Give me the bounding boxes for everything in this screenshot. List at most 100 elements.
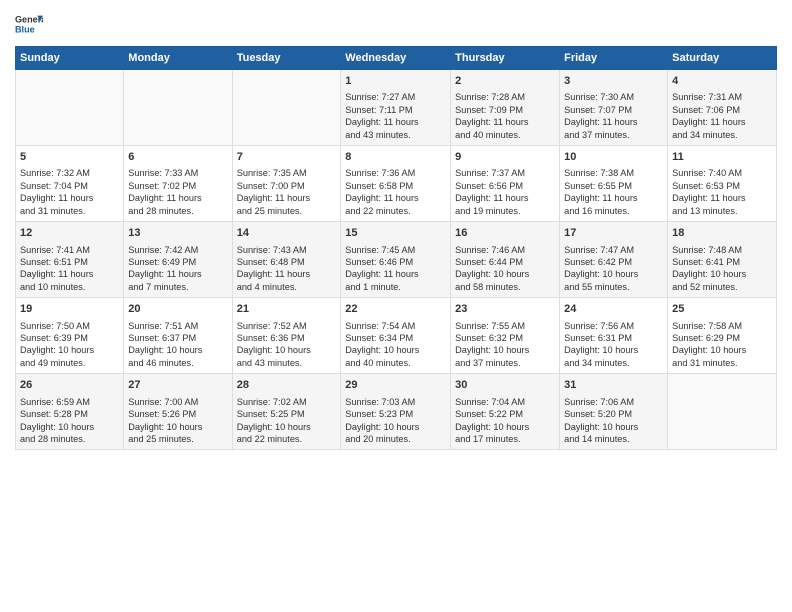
calendar-cell: 30 Sunrise: 7:04 AM Sunset: 5:22 PM Dayli… — [451, 374, 560, 450]
page-header: General Blue — [15, 10, 777, 38]
day-info: Sunrise: 7:47 AM Sunset: 6:42 PM Dayligh… — [564, 244, 663, 294]
day-number: 23 — [455, 302, 555, 317]
day-info: Sunrise: 7:50 AM Sunset: 6:39 PM Dayligh… — [20, 320, 119, 370]
day-number: 28 — [237, 378, 337, 393]
day-info: Sunrise: 7:51 AM Sunset: 6:37 PM Dayligh… — [128, 320, 227, 370]
day-header-thursday: Thursday — [451, 47, 560, 70]
day-number: 15 — [345, 226, 446, 241]
calendar-cell: 24 Sunrise: 7:56 AM Sunset: 6:31 PM Dayli… — [560, 298, 668, 374]
calendar-cell — [124, 70, 232, 146]
day-number: 20 — [128, 302, 227, 317]
calendar-cell — [668, 374, 777, 450]
calendar-cell: 13Sunrise: 7:42 AM Sunset: 6:49 PM Dayli… — [124, 222, 232, 298]
calendar-cell: 5Sunrise: 7:32 AM Sunset: 7:04 PM Daylig… — [16, 146, 124, 222]
day-number: 19 — [20, 302, 119, 317]
day-header-saturday: Saturday — [668, 47, 777, 70]
day-info: Sunrise: 7:02 AM Sunset: 5:25 PM Dayligh… — [237, 396, 337, 446]
day-number: 27 — [128, 378, 227, 393]
day-info: Sunrise: 7:00 AM Sunset: 5:26 PM Dayligh… — [128, 396, 227, 446]
day-info: Sunrise: 7:31 AM Sunset: 7:06 PM Dayligh… — [672, 91, 772, 141]
day-number: 4 — [672, 74, 772, 89]
day-number: 8 — [345, 150, 446, 165]
day-number: 14 — [237, 226, 337, 241]
calendar-cell: 15 Sunrise: 7:45 AM Sunset: 6:46 PM Dayli… — [341, 222, 451, 298]
calendar-cell — [232, 70, 341, 146]
day-number: 18 — [672, 226, 772, 241]
calendar-cell: 1 Sunrise: 7:27 AM Sunset: 7:11 PM Daylig… — [341, 70, 451, 146]
day-info: Sunrise: 7:45 AM Sunset: 6:46 PM Dayligh… — [345, 244, 446, 294]
day-number: 6 — [128, 150, 227, 165]
day-number: 1 — [345, 74, 446, 89]
day-header-wednesday: Wednesday — [341, 47, 451, 70]
day-number: 13 — [128, 226, 227, 241]
calendar-cell: 17Sunrise: 7:47 AM Sunset: 6:42 PM Dayli… — [560, 222, 668, 298]
day-header-tuesday: Tuesday — [232, 47, 341, 70]
day-info: Sunrise: 7:04 AM Sunset: 5:22 PM Dayligh… — [455, 396, 555, 446]
calendar-table: SundayMondayTuesdayWednesdayThursdayFrid… — [15, 46, 777, 450]
calendar-cell: 25Sunrise: 7:58 AM Sunset: 6:29 PM Dayli… — [668, 298, 777, 374]
calendar-cell — [16, 70, 124, 146]
calendar-cell: 23 Sunrise: 7:55 AM Sunset: 6:32 PM Dayli… — [451, 298, 560, 374]
day-number: 3 — [564, 74, 663, 89]
day-number: 21 — [237, 302, 337, 317]
day-info: Sunrise: 7:36 AM Sunset: 6:58 PM Dayligh… — [345, 167, 446, 217]
day-header-monday: Monday — [124, 47, 232, 70]
day-info: Sunrise: 6:59 AM Sunset: 5:28 PM Dayligh… — [20, 396, 119, 446]
calendar-cell: 22Sunrise: 7:54 AM Sunset: 6:34 PM Dayli… — [341, 298, 451, 374]
calendar-week-5: 26 Sunrise: 6:59 AM Sunset: 5:28 PM Dayli… — [16, 374, 777, 450]
logo-icon: General Blue — [15, 10, 43, 38]
day-info: Sunrise: 7:38 AM Sunset: 6:55 PM Dayligh… — [564, 167, 663, 217]
calendar-cell: 6 Sunrise: 7:33 AM Sunset: 7:02 PM Daylig… — [124, 146, 232, 222]
calendar-cell: 4 Sunrise: 7:31 AM Sunset: 7:06 PM Daylig… — [668, 70, 777, 146]
day-number: 12 — [20, 226, 119, 241]
day-number: 9 — [455, 150, 555, 165]
day-number: 11 — [672, 150, 772, 165]
day-number: 5 — [20, 150, 119, 165]
calendar-cell: 8 Sunrise: 7:36 AM Sunset: 6:58 PM Daylig… — [341, 146, 451, 222]
day-number: 30 — [455, 378, 555, 393]
calendar-cell: 18 Sunrise: 7:48 AM Sunset: 6:41 PM Dayli… — [668, 222, 777, 298]
calendar-cell: 11 Sunrise: 7:40 AM Sunset: 6:53 PM Dayli… — [668, 146, 777, 222]
calendar-cell: 29 Sunrise: 7:03 AM Sunset: 5:23 PM Dayli… — [341, 374, 451, 450]
calendar-week-2: 5Sunrise: 7:32 AM Sunset: 7:04 PM Daylig… — [16, 146, 777, 222]
day-info: Sunrise: 7:35 AM Sunset: 7:00 PM Dayligh… — [237, 167, 337, 217]
calendar-cell: 12Sunrise: 7:41 AM Sunset: 6:51 PM Dayli… — [16, 222, 124, 298]
calendar-cell: 9Sunrise: 7:37 AM Sunset: 6:56 PM Daylig… — [451, 146, 560, 222]
day-info: Sunrise: 7:40 AM Sunset: 6:53 PM Dayligh… — [672, 167, 772, 217]
day-number: 2 — [455, 74, 555, 89]
calendar-cell: 16 Sunrise: 7:46 AM Sunset: 6:44 PM Dayli… — [451, 222, 560, 298]
day-info: Sunrise: 7:06 AM Sunset: 5:20 PM Dayligh… — [564, 396, 663, 446]
day-number: 16 — [455, 226, 555, 241]
day-info: Sunrise: 7:43 AM Sunset: 6:48 PM Dayligh… — [237, 244, 337, 294]
calendar-cell: 20 Sunrise: 7:51 AM Sunset: 6:37 PM Dayli… — [124, 298, 232, 374]
day-info: Sunrise: 7:55 AM Sunset: 6:32 PM Dayligh… — [455, 320, 555, 370]
calendar-cell: 7 Sunrise: 7:35 AM Sunset: 7:00 PM Daylig… — [232, 146, 341, 222]
calendar-cell: 27 Sunrise: 7:00 AM Sunset: 5:26 PM Dayli… — [124, 374, 232, 450]
calendar-cell: 31 Sunrise: 7:06 AM Sunset: 5:20 PM Dayli… — [560, 374, 668, 450]
day-info: Sunrise: 7:48 AM Sunset: 6:41 PM Dayligh… — [672, 244, 772, 294]
day-info: Sunrise: 7:03 AM Sunset: 5:23 PM Dayligh… — [345, 396, 446, 446]
calendar-header-row: SundayMondayTuesdayWednesdayThursdayFrid… — [16, 47, 777, 70]
svg-text:Blue: Blue — [15, 24, 35, 34]
day-info: Sunrise: 7:30 AM Sunset: 7:07 PM Dayligh… — [564, 91, 663, 141]
day-number: 7 — [237, 150, 337, 165]
day-header-friday: Friday — [560, 47, 668, 70]
day-info: Sunrise: 7:33 AM Sunset: 7:02 PM Dayligh… — [128, 167, 227, 217]
day-info: Sunrise: 7:52 AM Sunset: 6:36 PM Dayligh… — [237, 320, 337, 370]
day-info: Sunrise: 7:27 AM Sunset: 7:11 PM Dayligh… — [345, 91, 446, 141]
day-info: Sunrise: 7:46 AM Sunset: 6:44 PM Dayligh… — [455, 244, 555, 294]
day-number: 10 — [564, 150, 663, 165]
calendar-cell: 28 Sunrise: 7:02 AM Sunset: 5:25 PM Dayli… — [232, 374, 341, 450]
day-header-sunday: Sunday — [16, 47, 124, 70]
calendar-cell: 10 Sunrise: 7:38 AM Sunset: 6:55 PM Dayli… — [560, 146, 668, 222]
day-number: 26 — [20, 378, 119, 393]
day-number: 31 — [564, 378, 663, 393]
day-info: Sunrise: 7:28 AM Sunset: 7:09 PM Dayligh… — [455, 91, 555, 141]
day-number: 24 — [564, 302, 663, 317]
day-info: Sunrise: 7:54 AM Sunset: 6:34 PM Dayligh… — [345, 320, 446, 370]
calendar-cell: 21 Sunrise: 7:52 AM Sunset: 6:36 PM Dayli… — [232, 298, 341, 374]
day-number: 29 — [345, 378, 446, 393]
calendar-cell: 19 Sunrise: 7:50 AM Sunset: 6:39 PM Dayli… — [16, 298, 124, 374]
day-info: Sunrise: 7:56 AM Sunset: 6:31 PM Dayligh… — [564, 320, 663, 370]
calendar-week-4: 19 Sunrise: 7:50 AM Sunset: 6:39 PM Dayli… — [16, 298, 777, 374]
